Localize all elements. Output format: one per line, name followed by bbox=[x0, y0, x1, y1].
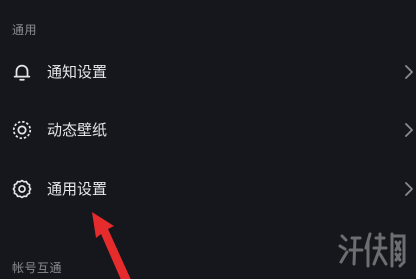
section-header-account-sync: 帐号互通 bbox=[12, 261, 63, 275]
settings-item-general[interactable]: 通用设置 bbox=[0, 161, 416, 217]
gear-icon bbox=[11, 178, 33, 200]
settings-item-label: 通用设置 bbox=[47, 180, 108, 198]
section-header-general: 通用 bbox=[12, 23, 38, 37]
wallpaper-icon bbox=[11, 119, 33, 141]
settings-screen: 通用 通知设置 动态壁纸 通用设置 帐号互通 bbox=[0, 0, 416, 279]
settings-item-live-wallpaper[interactable]: 动态壁纸 bbox=[0, 102, 416, 158]
chevron-right-icon bbox=[404, 121, 414, 139]
watermark-logo bbox=[338, 232, 406, 268]
settings-item-notifications[interactable]: 通知设置 bbox=[0, 44, 416, 100]
chevron-right-icon bbox=[404, 63, 414, 81]
red-arrow-annotation bbox=[92, 212, 131, 279]
bell-icon bbox=[11, 61, 33, 83]
settings-item-label: 动态壁纸 bbox=[47, 121, 108, 139]
chevron-right-icon bbox=[404, 180, 414, 198]
settings-item-label: 通知设置 bbox=[47, 63, 108, 81]
